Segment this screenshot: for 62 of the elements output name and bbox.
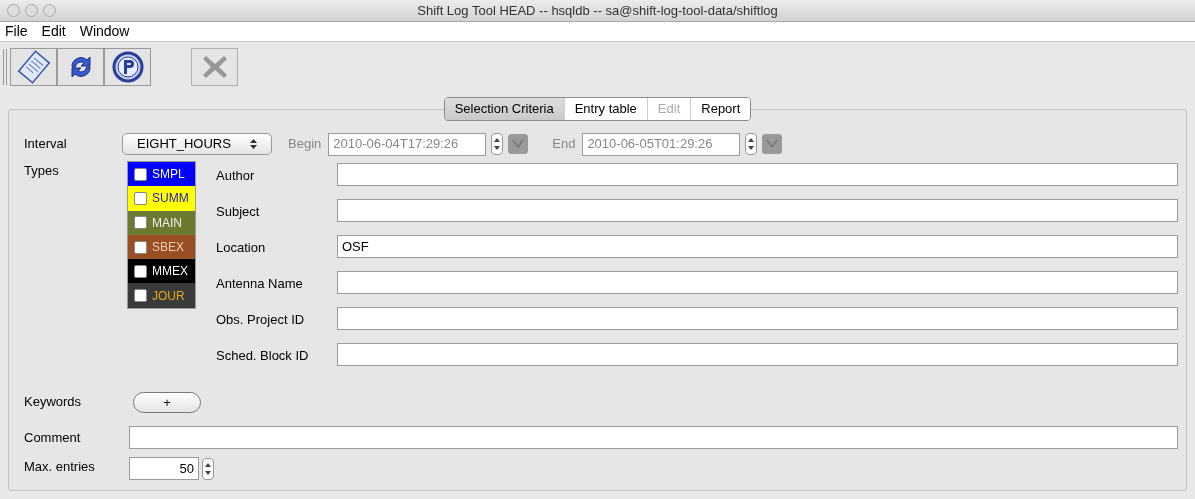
checkbox[interactable] [134,191,147,205]
menu-item[interactable]: Window [79,21,130,42]
menu-item[interactable]: Edit [41,21,66,42]
text-field[interactable] [337,163,1178,186]
text-field[interactable] [337,307,1178,330]
type-label: SUMM [152,190,189,208]
field-label: Types [24,162,60,180]
field-label: Comment [24,428,82,447]
field-label: Sched. Block ID [216,347,310,365]
field-label: Begin [288,135,322,154]
chevron-down-icon [512,139,525,149]
stepper-control[interactable] [745,133,758,155]
checkbox[interactable] [134,216,147,230]
field-label: Author [216,167,256,185]
type-option[interactable]: MMEX [128,259,195,284]
type-label: SMPL [152,166,185,184]
field-label: Location [216,239,267,257]
toolbar-button[interactable] [10,48,57,86]
field-label: Interval [24,135,68,154]
window-close-control[interactable] [7,4,20,17]
up-down-arrows-icon [205,461,211,476]
tab[interactable]: Selection Criteria [444,98,565,120]
interval-dropdown[interactable]: EIGHT_HOURS [122,133,272,155]
type-option[interactable]: SUMM [128,186,195,211]
field-label: End [552,135,576,154]
checkbox[interactable] [134,240,147,254]
field-label: Keywords [24,393,83,412]
type-label: SBEX [152,239,184,257]
field-label: Obs. Project ID [216,311,306,329]
p-circle-icon [110,50,145,84]
field-label: Max. entries [24,458,96,476]
type-option[interactable]: MAIN [128,210,195,235]
type-label: MAIN [152,214,182,232]
up-down-arrows-icon [494,137,501,151]
type-option[interactable]: SMPL [128,162,195,187]
field-label: Antenna Name [216,275,304,293]
type-label: JOUR [152,287,185,305]
max-entries-field[interactable]: 50 [129,457,199,480]
toolbar-button[interactable] [104,48,151,86]
comment-field[interactable] [129,426,1178,449]
text-field[interactable] [337,271,1178,294]
add-keyword-button[interactable]: + [133,391,201,413]
text-field[interactable] [337,199,1178,222]
type-option[interactable]: JOUR [128,283,195,308]
text-field[interactable]: OSF [337,235,1178,258]
chevron-down-icon [766,139,779,149]
stepper-control[interactable] [202,457,214,480]
field-label: Subject [216,203,261,221]
checkbox[interactable] [134,167,147,181]
up-down-arrows-icon [748,137,755,151]
window-zoom-control[interactable] [43,4,56,17]
menu-item[interactable]: File [5,21,28,42]
type-option[interactable]: SBEX [128,234,195,260]
window-minimize-control[interactable] [25,4,38,17]
dropdown-arrows-icon [250,138,257,150]
window-title: Shift Log Tool HEAD -- hsqldb -- sa@shift-log-tool-data/shiftlog [417,1,778,20]
type-label: MMEX [152,263,188,281]
stepper-control[interactable] [491,133,504,155]
checkbox[interactable] [134,289,147,303]
checkbox[interactable] [134,264,147,278]
toolbar-button[interactable] [57,48,104,86]
text-field[interactable] [337,343,1178,366]
